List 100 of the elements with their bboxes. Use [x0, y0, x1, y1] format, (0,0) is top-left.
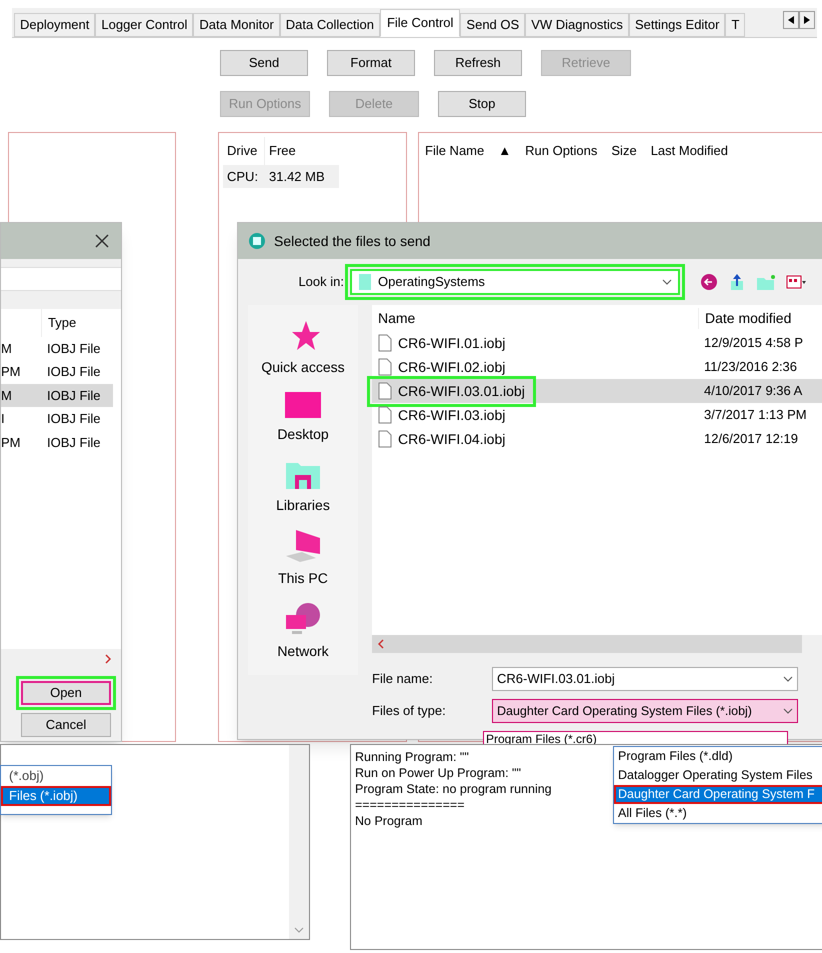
table-cell-text: IOBJ File — [46, 386, 102, 404]
table-cell-text: PM — [1, 363, 22, 381]
column-header[interactable]: Free — [265, 137, 335, 164]
table-cell-text: IOBJ File — [46, 340, 102, 358]
tab[interactable]: Settings Editor — [628, 13, 726, 37]
horizontal-scrollbar[interactable] — [372, 635, 802, 653]
column-header[interactable]: Name — [372, 308, 698, 328]
file-icon — [378, 430, 392, 448]
column-header[interactable]: Date modified — [698, 308, 798, 328]
view-menu-icon[interactable] — [786, 273, 806, 291]
table-cell-text: PM — [1, 434, 22, 452]
table-cell-text: IOBJ File — [46, 363, 102, 381]
tab[interactable]: Deployment — [14, 13, 96, 37]
network-icon — [284, 601, 322, 637]
date-cell-text: 12/6/2017 12:19 — [703, 430, 799, 448]
tab[interactable]: Logger Control — [95, 13, 194, 37]
computer-icon — [284, 528, 322, 564]
chevron-left-icon[interactable] — [378, 639, 384, 649]
file-row[interactable]: CR6-WIFI.03.iobj 3/7/2017 1:13 PM — [372, 403, 822, 427]
tab[interactable]: Send OS — [460, 13, 526, 37]
date-cell-text: 3/7/2017 1:13 PM — [703, 406, 808, 424]
tab[interactable]: Data Monitor — [193, 13, 280, 37]
dropdown-option[interactable]: (*.obj) — [1, 766, 111, 786]
dropdown-option[interactable]: Files (*.iobj) — [1, 786, 111, 806]
app-icon — [248, 232, 266, 250]
toolbar-button[interactable]: Format — [327, 50, 415, 76]
chevron-down-icon[interactable] — [294, 927, 304, 933]
back-icon[interactable] — [700, 273, 718, 291]
dropdown-option[interactable]: Program Files (*.dld) — [614, 747, 822, 766]
chevron-down-icon — [783, 708, 793, 714]
place-item[interactable]: Libraries — [276, 457, 330, 516]
list-row[interactable]: M IOBJ File — [1, 336, 113, 360]
column-header[interactable]: File Name — [423, 137, 486, 164]
tab[interactable]: VW Diagnostics — [525, 13, 629, 37]
tab[interactable]: T — [725, 13, 746, 37]
dropdown-option[interactable]: Program Files (*.cr6) — [484, 732, 787, 746]
column-header[interactable]: Type — [41, 309, 82, 336]
field-label: File name: — [372, 670, 434, 688]
file-name: CR6-WIFI.04.iobj — [398, 430, 506, 449]
file-icon — [378, 382, 392, 400]
toolbar-button[interactable]: Stop — [438, 91, 526, 117]
scroll-left-icon[interactable] — [783, 11, 799, 29]
date-cell-text: 11/23/2016 2:36 — [703, 358, 798, 376]
file-name: CR6-WIFI.01.iobj — [398, 334, 506, 353]
table-cell-text: M — [1, 340, 13, 358]
file-name: CR6-WIFI.02.iobj — [398, 358, 506, 377]
dialog-title: Selected the files to send — [274, 232, 430, 250]
table-cell-text: M — [1, 386, 13, 404]
column-header[interactable]: Last Modified — [648, 137, 730, 164]
dropdown-option[interactable]: All Files (*.*) — [614, 804, 822, 823]
file-row[interactable]: CR6-WIFI.04.iobj 12/6/2017 12:19 — [372, 427, 822, 451]
table-cell-text: CPU: — [226, 168, 260, 186]
place-item[interactable]: Network — [277, 601, 329, 662]
dialog-button[interactable]: Cancel — [21, 713, 111, 737]
column-header[interactable]: ▲ — [496, 137, 514, 164]
address-field[interactable] — [1, 267, 121, 291]
list-row[interactable]: I IOBJ File — [1, 407, 113, 430]
log-line: Program State: no program running — [355, 781, 552, 797]
tab[interactable]: Data Collection — [280, 13, 380, 37]
place-item[interactable]: Quick access — [261, 319, 345, 378]
field-label: Look in: — [297, 273, 345, 292]
toolbar-button[interactable]: Refresh — [434, 50, 522, 76]
file-row[interactable]: CR6-WIFI.02.iobj 11/23/2016 2:36 — [372, 355, 822, 379]
log-line: Running Program: "" — [355, 749, 469, 765]
file-name: CR6-WIFI.03.01.iobj — [398, 382, 525, 401]
file-name: CR6-WIFI.03.iobj — [398, 406, 506, 425]
table-cell-text: 31.42 MB — [268, 168, 326, 186]
file-icon — [378, 358, 392, 376]
date-cell-text: 12/9/2015 4:58 P — [703, 334, 804, 352]
list-row[interactable]: PM IOBJ File — [1, 430, 113, 454]
close-icon[interactable] — [95, 234, 109, 248]
toolbar-button[interactable]: Send — [220, 50, 308, 76]
tab[interactable]: File Control — [380, 9, 460, 37]
up-folder-icon[interactable] — [728, 273, 746, 291]
desktop-icon — [284, 390, 322, 420]
dropdown-option[interactable]: Datalogger Operating System Files — [614, 766, 822, 785]
place-item[interactable]: This PC — [278, 528, 328, 589]
place-item[interactable]: Desktop — [277, 390, 329, 445]
table-cell-text: IOBJ File — [46, 434, 102, 452]
log-line: =============== — [355, 797, 464, 813]
column-header[interactable]: Size — [609, 137, 639, 164]
chevron-right-icon[interactable] — [105, 654, 111, 664]
file-row[interactable]: CR6-WIFI.01.iobj 12/9/2015 4:58 P — [372, 331, 822, 355]
chevron-down-icon — [662, 279, 672, 285]
file-type-dropdown[interactable]: Daughter Card Operating System Files (*.iobj) — [492, 699, 798, 723]
log-line: No Program — [355, 813, 422, 829]
field-label: Files of type: — [372, 702, 447, 720]
folder-icon — [358, 273, 372, 291]
file-name-field[interactable]: CR6-WIFI.03.01.iobj — [492, 667, 798, 691]
column-header[interactable]: Run Options — [523, 137, 600, 164]
list-row[interactable]: PM IOBJ File — [1, 360, 113, 384]
dropdown-option[interactable]: Daughter Card Operating System F — [614, 785, 822, 804]
vertical-scrollbar[interactable] — [289, 745, 309, 939]
file-icon — [378, 406, 392, 424]
date-cell-text: 4/10/2017 9:36 A — [703, 382, 804, 400]
log-line: Run on Power Up Program: "" — [355, 765, 521, 781]
table-cell-text: I — [1, 410, 6, 428]
list-row[interactable]: M IOBJ File — [1, 384, 113, 407]
scroll-right-icon[interactable] — [799, 11, 815, 29]
file-icon — [378, 334, 392, 352]
